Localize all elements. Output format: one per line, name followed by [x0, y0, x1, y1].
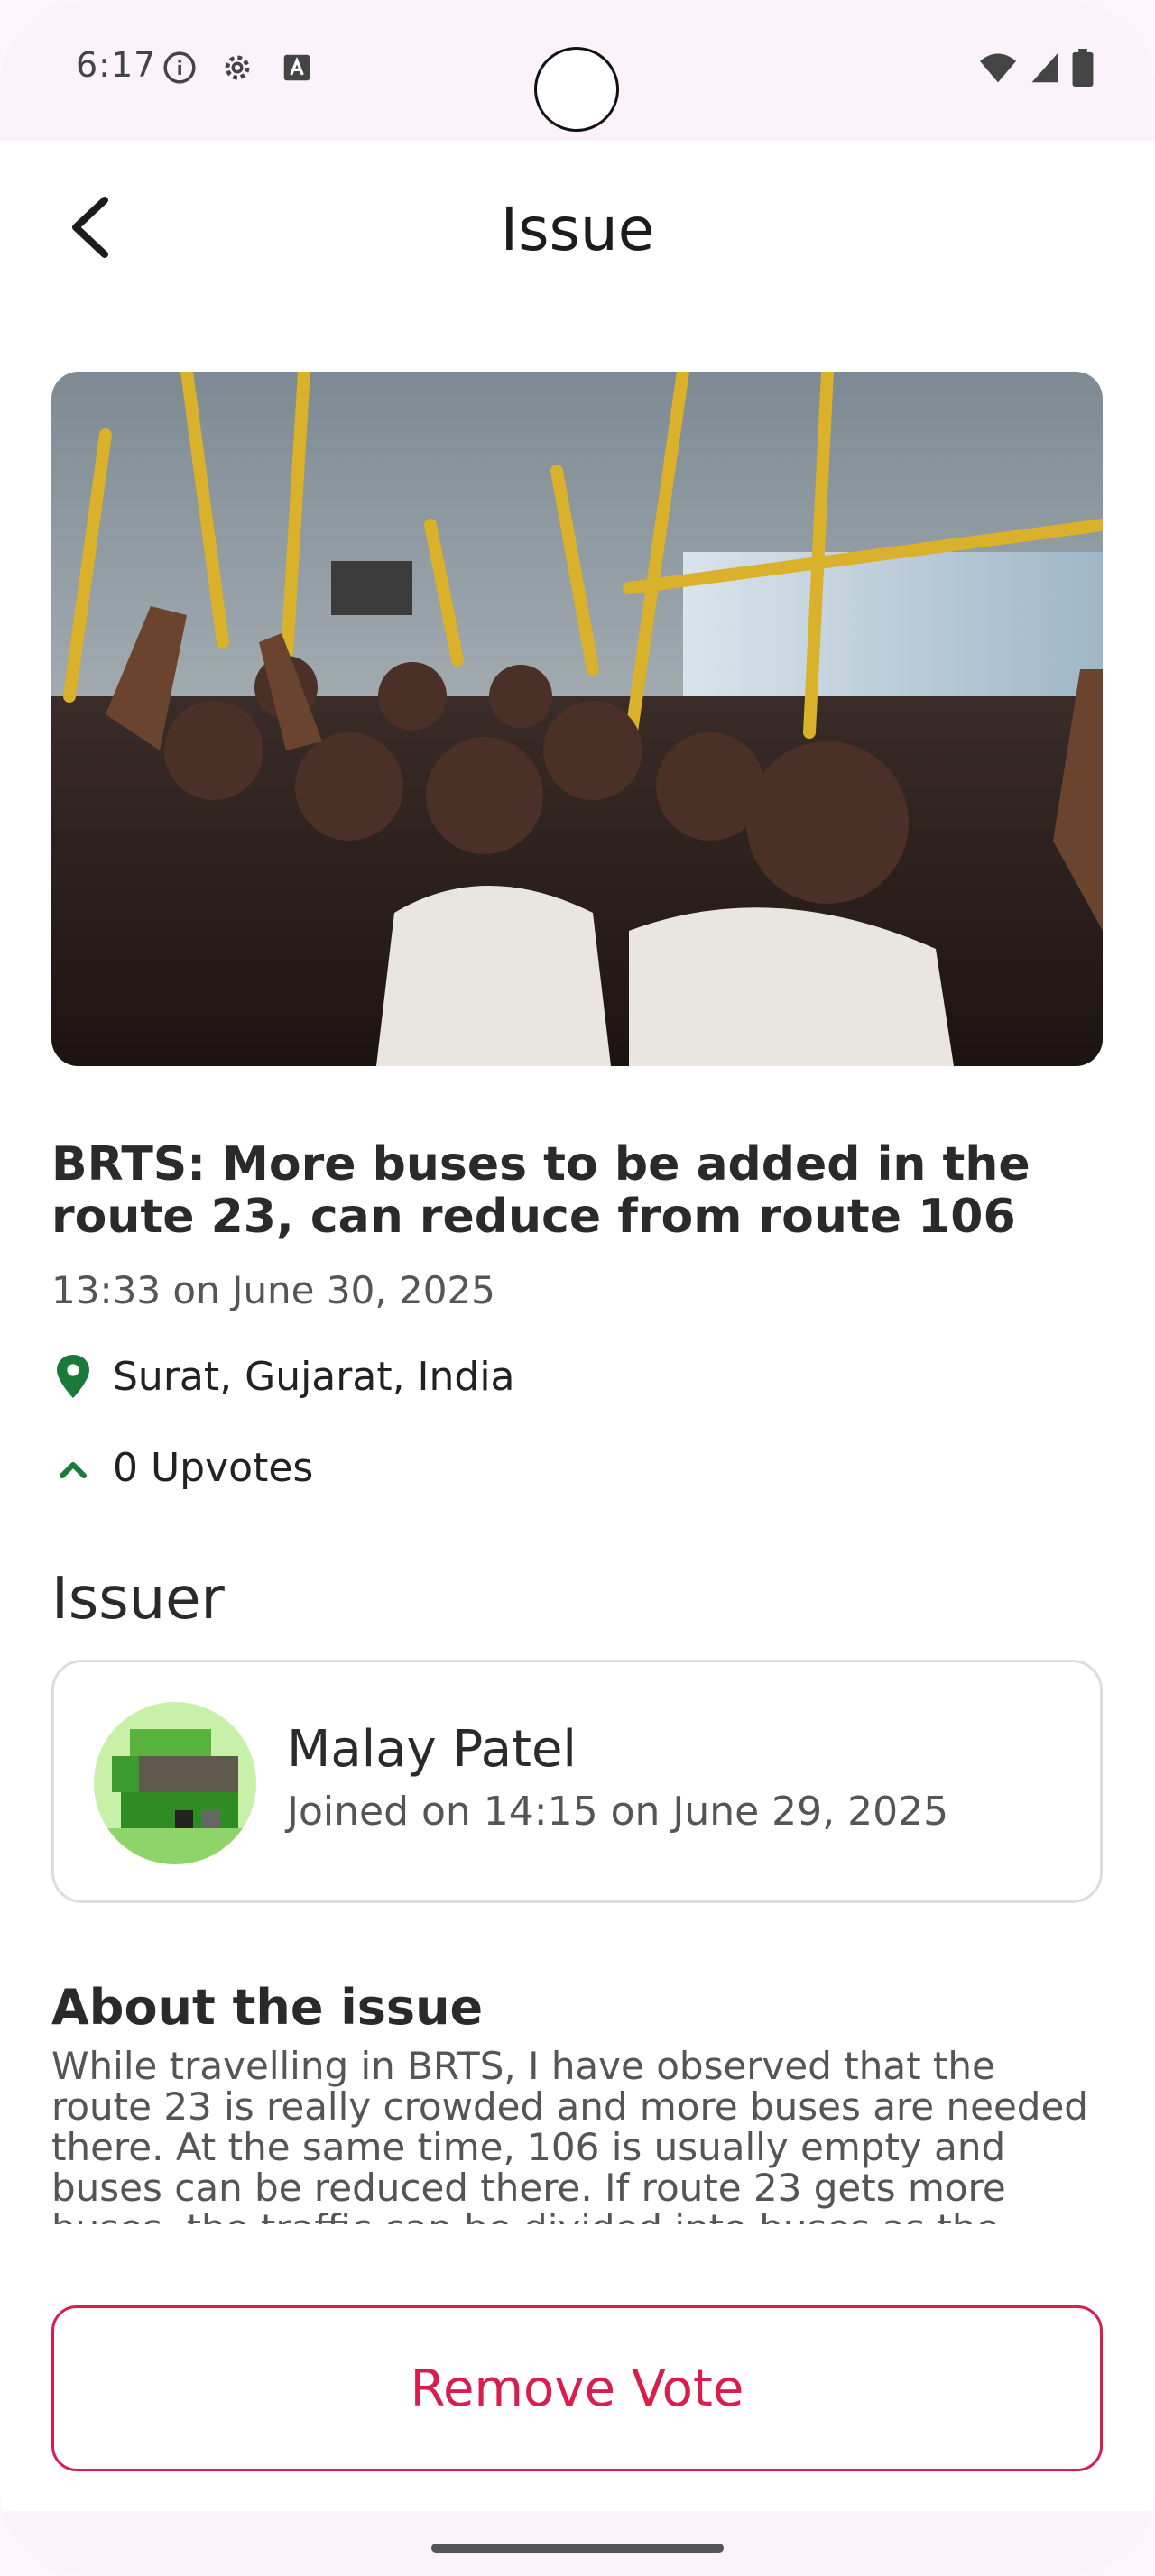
battery-icon — [1072, 49, 1094, 87]
status-bar: 6:17 — [0, 0, 1155, 141]
home-gesture-handle[interactable] — [431, 2544, 724, 2553]
location-pin-icon — [57, 1355, 89, 1398]
about-text: While travelling in BRTS, I have observe… — [51, 2046, 1088, 2224]
info-icon — [163, 51, 196, 84]
settings-icon — [225, 55, 250, 80]
status-icons-right — [978, 49, 1094, 87]
camera-cutout — [534, 47, 619, 132]
issuer-joined: Joined on 14:15 on June 29, 2025 — [287, 1789, 949, 1835]
chevron-up-icon — [60, 1461, 87, 1478]
status-time: 6:17 — [76, 45, 157, 85]
issue-title: BRTS: More buses to be added in the rout… — [51, 1137, 1030, 1244]
signal-icon — [1031, 52, 1058, 83]
upvotes-row: 0 Upvotes — [51, 1445, 313, 1491]
location-row: Surat, Gujarat, India — [51, 1353, 515, 1400]
wifi-icon — [980, 53, 1016, 83]
issuer-card[interactable]: Malay Patel Joined on 14:15 on June 29, … — [51, 1660, 1103, 1903]
about-heading: About the issue — [51, 1979, 484, 2036]
avatar-image — [94, 1702, 256, 1864]
issue-date: 13:33 on June 30, 2025 — [51, 1268, 495, 1312]
bus-interior-illustration — [51, 372, 1103, 1066]
upvotes-count: 0 Upvotes — [113, 1445, 314, 1491]
location-text: Surat, Gujarat, India — [113, 1353, 515, 1400]
issuer-name: Malay Patel — [287, 1720, 577, 1779]
issue-image — [51, 372, 1103, 1066]
page-title: Issue — [500, 195, 655, 264]
text-a-icon — [283, 54, 310, 81]
issuer-heading: Issuer — [51, 1566, 225, 1633]
app-bar: Issue — [0, 141, 1155, 321]
avatar — [94, 1702, 256, 1864]
screen: 6:17 Issue BRTS: More buses to be added … — [0, 0, 1155, 2576]
remove-vote-button[interactable]: Remove Vote — [51, 2305, 1103, 2471]
